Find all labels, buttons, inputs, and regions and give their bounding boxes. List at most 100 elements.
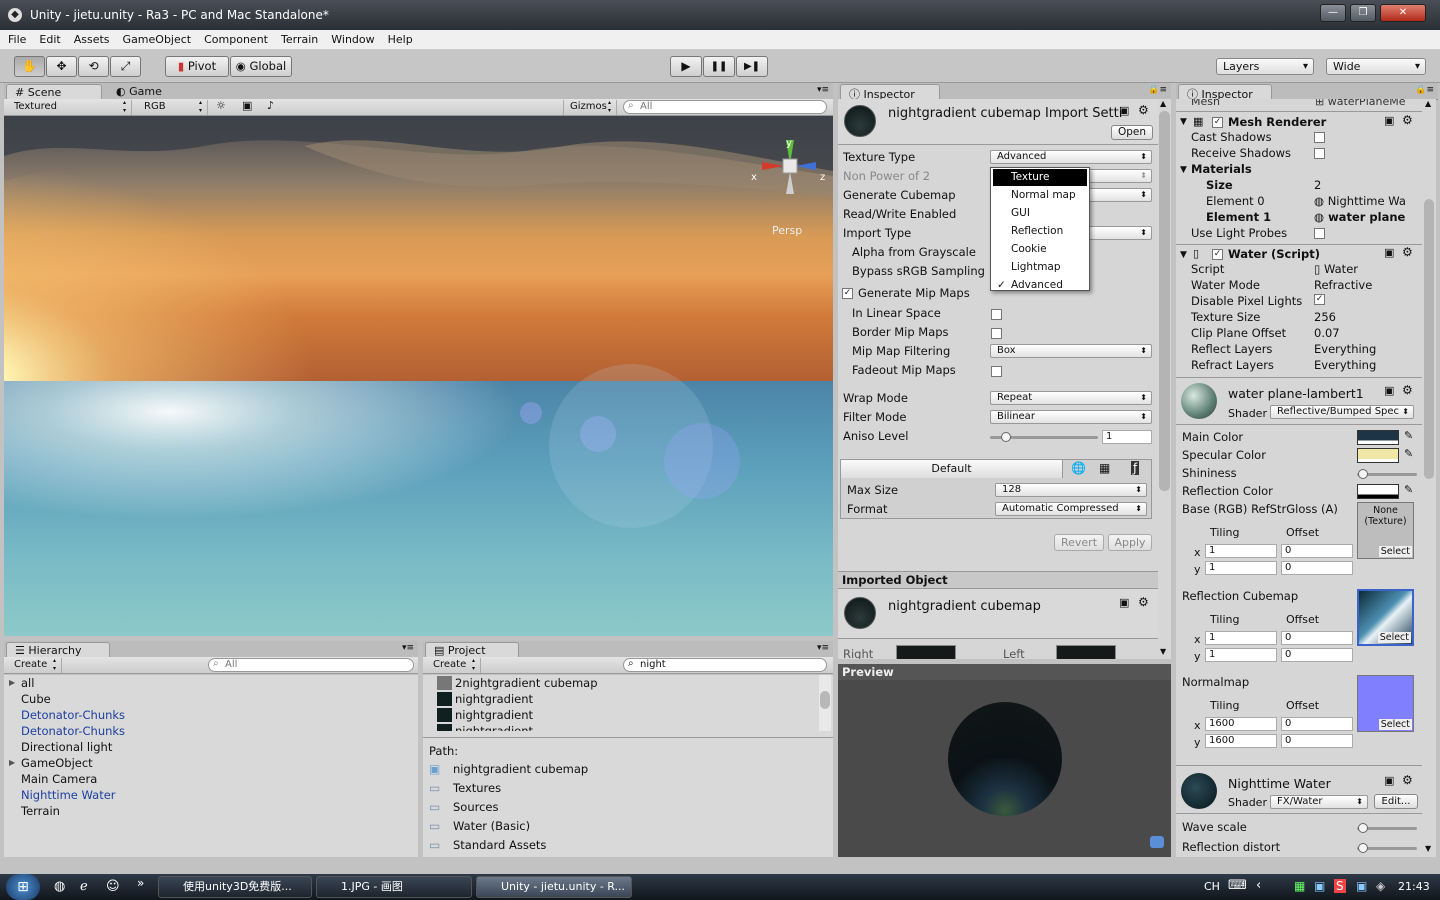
tab-project[interactable]: ▤ Project [425,642,519,658]
audio-toggle-icon[interactable]: ♪ [267,99,274,112]
nm-offset-y-input[interactable]: 0 [1281,734,1353,748]
hierarchy-item[interactable]: ▶ all [4,675,418,691]
specular-color-eyedropper-icon[interactable]: ✎ [1404,447,1413,460]
fadeout-mip-checkbox[interactable] [991,366,1002,377]
base-offset-x-input[interactable]: 0 [1281,544,1353,558]
menu-component[interactable]: Component [196,30,273,46]
generate-mip-checkbox[interactable]: ✓ [842,288,853,299]
nm-tiling-y-input[interactable]: 1600 [1205,734,1277,748]
start-button[interactable]: ⊞ [6,874,40,900]
tray-expand-icon[interactable]: ‹ [1256,878,1261,893]
specular-color-swatch[interactable] [1357,448,1399,463]
hand-tool-button[interactable]: ✋ [14,56,45,77]
material1-gear-icon[interactable]: ⚙ [1402,383,1413,397]
rotate-tool-button[interactable]: ⟲ [78,56,109,77]
base-select-button[interactable]: Select [1378,546,1412,557]
project-item[interactable]: nightgradient [435,723,815,731]
hierarchy-item[interactable]: Main Camera [4,771,418,787]
fold-arrow-icon[interactable]: ▶ [9,675,15,691]
scroll-up-icon[interactable]: ▲ [1160,99,1166,108]
cube-offset-y-input[interactable]: 0 [1281,648,1353,662]
inspector1-scroll-thumb[interactable] [1159,111,1170,491]
project-item[interactable]: 2nightgradient cubemap [435,675,815,691]
materials-size-value[interactable]: 2 [1314,178,1321,192]
revert-button[interactable]: Revert [1054,534,1104,551]
cubemap-select-button[interactable]: Select [1377,632,1411,643]
layers-dropdown[interactable]: Layers [1216,58,1314,75]
texture-type-option[interactable]: Normal map [993,187,1087,204]
water-script-fold-icon[interactable]: ▼ [1180,250,1187,260]
standalone-platform-icon[interactable]: ▦ [1099,461,1110,475]
normalmap-select-button[interactable]: Select [1378,719,1412,730]
material1-help-icon[interactable]: ▣ [1384,384,1394,397]
clip-plane-offset-value[interactable]: 0.07 [1314,326,1340,340]
scroll2-up-icon[interactable]: ▲ [1425,99,1431,108]
base-offset-y-input[interactable]: 0 [1281,561,1353,575]
linear-space-checkbox[interactable] [991,309,1002,320]
tab-inspector-2[interactable]: ⓘ Inspector [1178,84,1272,101]
menu-edit[interactable]: Edit [31,30,65,46]
wave-scale-slider[interactable] [1357,823,1417,835]
hierarchy-item[interactable]: Detonator-Chunks [4,723,418,739]
hierarchy-item[interactable]: Cube [4,691,418,707]
hierarchy-item[interactable]: Directional light [4,739,418,755]
move-tool-button[interactable]: ✥ [46,56,77,77]
scroll2-down-icon[interactable]: ▼ [1425,844,1431,853]
base-texture-slot[interactable]: None (Texture) Select [1357,502,1414,559]
mesh-renderer-enabled[interactable]: ✓ [1212,117,1223,128]
shininess-slider[interactable] [1357,469,1417,481]
inspector2-scrollbar[interactable]: ▲ ▼ [1422,99,1436,857]
path-item[interactable]: ▣ nightgradient cubemap [429,760,829,779]
aniso-slider-knob[interactable] [1000,432,1011,442]
project-item[interactable]: nightgradient [435,707,815,723]
scene-gizmo[interactable]: y x z Persp [750,128,830,238]
water-script-help-icon[interactable]: ▣ [1384,246,1394,259]
texture-size-value[interactable]: 256 [1314,310,1336,324]
render-mode-dropdown[interactable]: Textured [8,99,132,115]
cube-tiling-x-input[interactable]: 1 [1205,631,1277,645]
script-value[interactable]: ▯ Water [1314,262,1358,276]
path-item[interactable]: ▭ Water (Basic) [429,817,829,836]
wave-slider-knob[interactable] [1358,823,1368,833]
settings-gear-icon[interactable]: ⚙ [1138,103,1149,117]
close-button[interactable]: ✕ [1380,4,1426,22]
path-item[interactable]: ▭ Sources [429,798,829,817]
receive-shadows-checkbox[interactable] [1314,148,1325,159]
scene-search-input[interactable]: All [623,100,827,114]
border-mip-checkbox[interactable] [991,328,1002,339]
qq-quicklaunch-icon[interactable]: ☺ [106,879,120,894]
water-script-gear-icon[interactable]: ⚙ [1402,245,1413,259]
language-indicator[interactable]: CH [1204,880,1220,893]
menu-help[interactable]: Help [380,30,418,46]
material2-help-icon[interactable]: ▣ [1384,774,1394,787]
hierarchy-create-dropdown[interactable]: Create [8,657,62,673]
fold-arrow-icon[interactable]: ▶ [9,755,15,771]
flash-platform-icon[interactable]: ƒ [1131,461,1140,475]
tab-game[interactable]: ◐ Game [108,84,178,100]
help-icon[interactable]: ▣ [1119,104,1129,117]
image-effects-icon[interactable]: ▣ [242,99,252,112]
aniso-level-input[interactable]: 1 [1102,430,1152,444]
tab-scene[interactable]: # Scene [6,84,102,100]
apply-button[interactable]: Apply [1108,534,1152,551]
element0-value[interactable]: ◍ Nighttime Wa [1314,194,1418,208]
mesh-renderer-help-icon[interactable]: ▣ [1384,114,1394,127]
cube-tiling-y-input[interactable]: 1 [1205,648,1277,662]
cubemap-right-slot[interactable] [896,645,956,659]
lighting-toggle-icon[interactable]: ☼ [216,99,226,112]
step-button[interactable]: ▶❚ [736,56,768,77]
refract-layers-dropdown[interactable]: Everything [1314,358,1376,372]
ie-quicklaunch-icon[interactable]: ℯ [80,879,88,894]
global-toggle[interactable]: ◉ Global [230,56,292,77]
tray-volume-icon[interactable]: ◈ [1376,879,1385,893]
texture-type-option[interactable]: Cookie [993,241,1087,258]
nm-offset-x-input[interactable]: 0 [1281,717,1353,731]
mesh-value[interactable]: ⊞ waterPlaneMe [1315,99,1406,108]
menu-window[interactable]: Window [323,30,379,46]
cube-offset-x-input[interactable]: 0 [1281,631,1353,645]
distort-slider-knob[interactable] [1358,843,1368,853]
max-size-dropdown[interactable]: 128 [995,483,1147,497]
base-tiling-y-input[interactable]: 1 [1205,561,1277,575]
water-mode-dropdown[interactable]: Refractive [1314,278,1372,292]
project-create-dropdown[interactable]: Create [427,657,481,673]
